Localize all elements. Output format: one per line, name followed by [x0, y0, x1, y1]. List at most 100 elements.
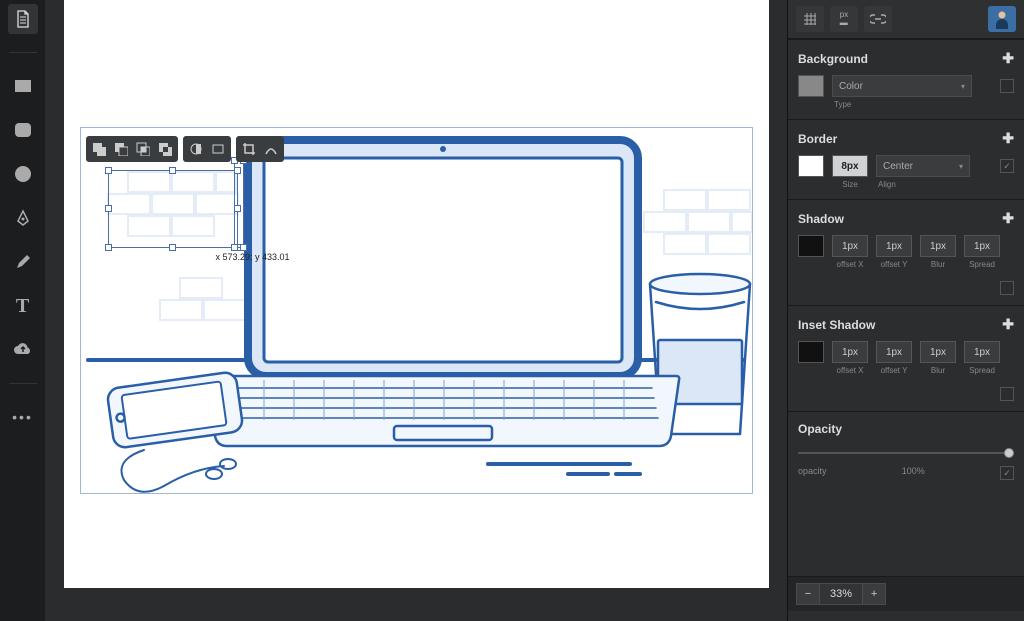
zoom-bar: − 33% +: [788, 576, 1024, 611]
section-title: Inset Shadow: [798, 318, 875, 332]
section-title: Shadow: [798, 212, 844, 226]
inset-shadow-enable-checkbox[interactable]: [1000, 387, 1014, 401]
separator: [9, 52, 37, 53]
resize-handle[interactable]: [105, 244, 112, 251]
slider-track: [798, 452, 1014, 454]
right-panel-header: px▬: [788, 0, 1024, 39]
shadow-color-swatch[interactable]: [798, 235, 824, 257]
dropdown-sublabel: Align: [878, 180, 992, 189]
pencil-tool[interactable]: [8, 247, 38, 277]
border-size-input[interactable]: 8px: [832, 155, 868, 177]
text-tool[interactable]: T: [8, 291, 38, 321]
float-group-1: [86, 136, 178, 162]
boolean-intersect-icon[interactable]: [133, 139, 153, 159]
opacity-slider[interactable]: [798, 448, 1014, 458]
selection-box-1[interactable]: [108, 170, 238, 248]
opacity-enable-checkbox[interactable]: ✓: [1000, 466, 1014, 480]
artboard[interactable]: x 573.29; y 433.01: [64, 0, 769, 588]
border-color-swatch[interactable]: [798, 155, 824, 177]
add-shadow-icon[interactable]: ✚: [1002, 210, 1014, 227]
user-avatar[interactable]: [988, 6, 1016, 32]
inset-blur-input[interactable]: 1px: [920, 341, 956, 363]
field-label: Blur: [931, 260, 945, 269]
more-tool[interactable]: •••: [8, 402, 38, 432]
shadow-enable-checkbox[interactable]: [1000, 281, 1014, 295]
border-align-dropdown[interactable]: Center ▾: [876, 155, 970, 177]
boolean-union-icon[interactable]: [89, 139, 109, 159]
section-title: Border: [798, 132, 837, 146]
selection-floating-toolbar: [86, 136, 284, 162]
shadow-offset-x-input[interactable]: 1px: [832, 235, 868, 257]
flatten-icon[interactable]: [208, 139, 228, 159]
field-label: Blur: [931, 366, 945, 375]
field-label: Spread: [969, 366, 995, 375]
float-group-3: [236, 136, 284, 162]
resize-handle[interactable]: [105, 205, 112, 212]
right-panel: px▬ Background ✚ Color ▾ Type: [787, 0, 1024, 621]
boolean-exclude-icon[interactable]: [155, 139, 175, 159]
mask-icon[interactable]: [186, 139, 206, 159]
upload-tool[interactable]: [8, 335, 38, 365]
path-icon[interactable]: [261, 139, 281, 159]
resize-handle[interactable]: [240, 244, 247, 251]
section-opacity: Opacity opacity 100% ✓: [788, 411, 1024, 490]
units-toggle-icon[interactable]: px▬: [830, 6, 858, 32]
add-background-icon[interactable]: ✚: [1002, 50, 1014, 67]
resize-handle[interactable]: [169, 244, 176, 251]
chevron-down-icon: ▾: [959, 162, 963, 171]
field-label: offset Y: [881, 260, 908, 269]
section-shadow: Shadow ✚ 1px offset X 1px offset Y 1px Blur…: [788, 199, 1024, 305]
shadow-spread-input[interactable]: 1px: [964, 235, 1000, 257]
section-title: Opacity: [798, 422, 842, 436]
inset-shadow-color-swatch[interactable]: [798, 341, 824, 363]
slider-thumb[interactable]: [1004, 448, 1014, 458]
inset-offset-x-input[interactable]: 1px: [832, 341, 868, 363]
opacity-value: 100%: [902, 466, 925, 480]
field-label: offset X: [837, 260, 864, 269]
dropdown-value: Color: [839, 81, 863, 92]
background-color-swatch[interactable]: [798, 75, 824, 97]
rectangle-tool[interactable]: [8, 71, 38, 101]
field-label: offset X: [837, 366, 864, 375]
opacity-min-label: opacity: [798, 466, 827, 480]
field-label: offset Y: [881, 366, 908, 375]
inset-spread-input[interactable]: 1px: [964, 341, 1000, 363]
section-background: Background ✚ Color ▾ Type: [788, 39, 1024, 119]
file-tool[interactable]: [8, 4, 38, 34]
resize-handle[interactable]: [169, 167, 176, 174]
background-type-dropdown[interactable]: Color ▾: [832, 75, 972, 97]
shadow-offset-y-input[interactable]: 1px: [876, 235, 912, 257]
grid-toggle-icon[interactable]: [796, 6, 824, 32]
pen-tool[interactable]: [8, 203, 38, 233]
zoom-in-button[interactable]: +: [862, 583, 886, 605]
shadow-blur-input[interactable]: 1px: [920, 235, 956, 257]
left-toolbar: T •••: [0, 0, 45, 621]
dropdown-value: Center: [883, 161, 913, 172]
field-label: Size: [842, 180, 858, 189]
zoom-out-button[interactable]: −: [796, 583, 820, 605]
add-border-icon[interactable]: ✚: [1002, 130, 1014, 147]
selection-coordinates: x 573.29; y 433.01: [216, 252, 290, 262]
resize-handle[interactable]: [105, 167, 112, 174]
link-icon[interactable]: [864, 6, 892, 32]
zoom-value[interactable]: 33%: [820, 583, 862, 605]
float-group-2: [183, 136, 231, 162]
field-label: Spread: [969, 260, 995, 269]
crop-icon[interactable]: [239, 139, 259, 159]
background-enable-checkbox[interactable]: [1000, 79, 1014, 93]
inset-offset-y-input[interactable]: 1px: [876, 341, 912, 363]
ellipse-tool[interactable]: [8, 159, 38, 189]
separator: [9, 383, 37, 384]
border-enable-checkbox[interactable]: ✓: [1000, 159, 1014, 173]
selection-box-2[interactable]: [234, 160, 244, 248]
resize-handle[interactable]: [231, 244, 238, 251]
dropdown-sublabel: Type: [834, 100, 992, 109]
section-border: Border ✚ 8px Size Center ▾ Align ✓: [788, 119, 1024, 199]
chevron-down-icon: ▾: [961, 82, 965, 91]
canvas-area[interactable]: x 573.29; y 433.01: [45, 0, 787, 621]
add-inset-shadow-icon[interactable]: ✚: [1002, 316, 1014, 333]
section-title: Background: [798, 52, 868, 66]
rounded-rectangle-tool[interactable]: [8, 115, 38, 145]
boolean-subtract-icon[interactable]: [111, 139, 131, 159]
section-inset-shadow: Inset Shadow ✚ 1px offset X 1px offset Y 1…: [788, 305, 1024, 411]
